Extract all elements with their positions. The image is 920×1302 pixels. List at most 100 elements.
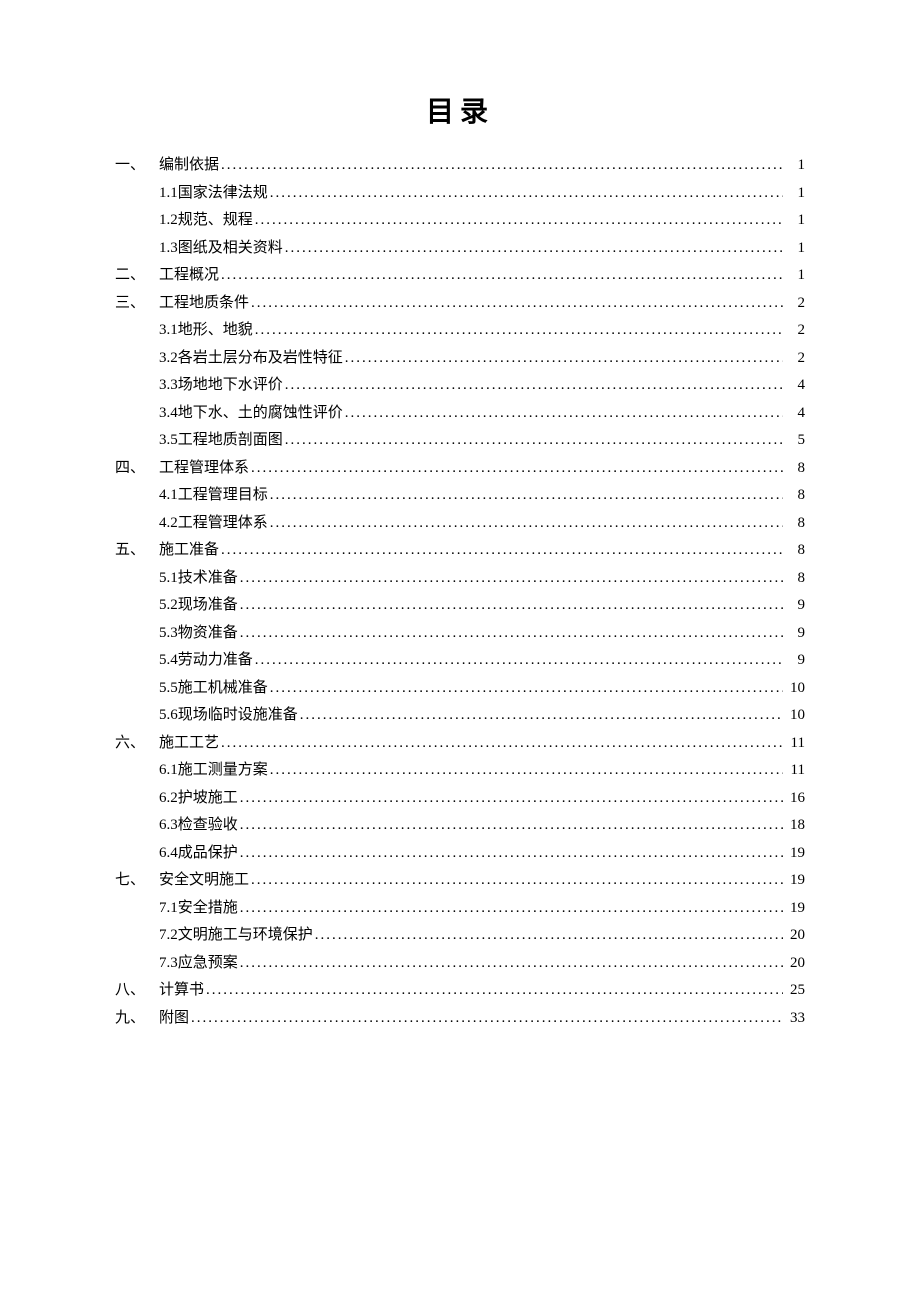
toc-entry-number: 3.5	[159, 433, 178, 448]
toc-dots-leader	[240, 846, 783, 861]
toc-entry-number: 九、	[115, 1011, 159, 1026]
toc-entry-page: 10	[785, 708, 805, 723]
toc-entry-number: 6.4	[159, 846, 178, 861]
toc-entry-number: 四、	[115, 461, 159, 476]
toc-entry-label: 规范、规程	[178, 213, 253, 228]
toc-entry-page: 8	[785, 543, 805, 558]
toc-entry-label: 文明施工与环境保护	[178, 928, 313, 943]
table-of-contents: 一、编制依据11.1国家法律法规11.2规范、规程11.3图纸及相关资料1二、工…	[115, 158, 805, 1026]
toc-entry: 4.2工程管理体系8	[115, 516, 805, 531]
toc-dots-leader	[240, 626, 783, 641]
toc-entry-page: 2	[785, 296, 805, 311]
toc-entry-label: 工程管理体系	[178, 516, 268, 531]
toc-entry-page: 1	[785, 268, 805, 283]
toc-entry: 八、计算书25	[115, 983, 805, 998]
toc-entry-label: 地形、地貌	[178, 323, 253, 338]
toc-entry-label: 工程概况	[159, 268, 219, 283]
toc-entry-page: 8	[785, 571, 805, 586]
toc-entry-label: 编制依据	[159, 158, 219, 173]
toc-entry-label: 技术准备	[178, 571, 238, 586]
toc-entry-label: 施工工艺	[159, 736, 219, 751]
toc-dots-leader	[285, 378, 783, 393]
toc-entry-label: 现场准备	[178, 598, 238, 613]
toc-entry-number: 3.4	[159, 406, 178, 421]
toc-entry: 九、附图33	[115, 1011, 805, 1026]
toc-entry-page: 4	[785, 406, 805, 421]
toc-entry-number: 三、	[115, 296, 159, 311]
toc-entry: 六、施工工艺 11	[115, 736, 805, 751]
toc-entry: 7.1安全措施19	[115, 901, 805, 916]
toc-entry-number: 七、	[115, 873, 159, 888]
toc-entry-label: 国家法律法规	[178, 186, 268, 201]
toc-entry-number: 八、	[115, 983, 159, 998]
toc-entry-page: 8	[785, 516, 805, 531]
toc-entry: 三、工程地质条件 2	[115, 296, 805, 311]
toc-entry: 3.3场地地下水评价 4	[115, 378, 805, 393]
toc-entry: 1.2规范、规程1	[115, 213, 805, 228]
toc-entry-page: 9	[785, 626, 805, 641]
toc-dots-leader	[255, 213, 783, 228]
toc-entry-label: 工程管理体系	[159, 461, 249, 476]
toc-entry-number: 5.5	[159, 681, 178, 696]
toc-entry: 七、安全文明施工19	[115, 873, 805, 888]
toc-entry-label: 工程地质剖面图	[178, 433, 283, 448]
toc-entry-number: 1.3	[159, 241, 178, 256]
toc-dots-leader	[240, 956, 783, 971]
toc-entry-page: 5	[785, 433, 805, 448]
toc-entry-number: 5.6	[159, 708, 178, 723]
toc-entry-page: 33	[785, 1011, 805, 1026]
toc-entry-page: 18	[785, 818, 805, 833]
toc-dots-leader	[270, 681, 783, 696]
toc-entry-number: 4.1	[159, 488, 178, 503]
toc-entry: 3.2各岩土层分布及岩性特征2	[115, 351, 805, 366]
toc-dots-leader	[206, 983, 783, 998]
toc-entry: 1.3图纸及相关资料1	[115, 241, 805, 256]
toc-entry: 5.3物资准备9	[115, 626, 805, 641]
toc-entry: 3.5工程地质剖面图 5	[115, 433, 805, 448]
toc-entry-number: 5.1	[159, 571, 178, 586]
toc-entry-label: 施工测量方案	[178, 763, 268, 778]
toc-entry-label: 成品保护	[178, 846, 238, 861]
toc-entry: 3.1地形、地貌2	[115, 323, 805, 338]
toc-entry-number: 六、	[115, 736, 159, 751]
toc-dots-leader	[191, 1011, 783, 1026]
toc-entry: 二、工程概况 1	[115, 268, 805, 283]
toc-entry-label: 地下水、土的腐蚀性评价	[178, 406, 343, 421]
toc-dots-leader	[285, 241, 783, 256]
toc-dots-leader	[315, 928, 783, 943]
toc-entry-page: 11	[785, 736, 805, 751]
toc-entry-number: 7.1	[159, 901, 178, 916]
toc-entry: 5.6现场临时设施准备 10	[115, 708, 805, 723]
toc-entry-label: 检查验收	[178, 818, 238, 833]
toc-entry-label: 场地地下水评价	[178, 378, 283, 393]
toc-entry-number: 3.3	[159, 378, 178, 393]
toc-entry-number: 6.1	[159, 763, 178, 778]
toc-dots-leader	[240, 791, 783, 806]
toc-entry-number: 二、	[115, 268, 159, 283]
toc-entry-label: 劳动力准备	[178, 653, 253, 668]
toc-entry-number: 7.2	[159, 928, 178, 943]
toc-entry: 6.1施工测量方案11	[115, 763, 805, 778]
toc-dots-leader	[221, 158, 783, 173]
toc-entry-number: 3.2	[159, 351, 178, 366]
toc-entry: 5.1技术准备 8	[115, 571, 805, 586]
toc-entry-label: 图纸及相关资料	[178, 241, 283, 256]
toc-entry-number: 7.3	[159, 956, 178, 971]
toc-entry-page: 19	[785, 846, 805, 861]
toc-entry-label: 应急预案	[178, 956, 238, 971]
toc-entry: 5.2现场准备9	[115, 598, 805, 613]
toc-entry-page: 1	[785, 158, 805, 173]
toc-entry-label: 现场临时设施准备	[178, 708, 298, 723]
toc-entry: 一、编制依据1	[115, 158, 805, 173]
page-title: 目录	[115, 90, 805, 130]
toc-entry-page: 2	[785, 323, 805, 338]
toc-entry-number: 五、	[115, 543, 159, 558]
toc-entry-label: 工程地质条件	[159, 296, 249, 311]
toc-dots-leader	[251, 461, 783, 476]
toc-entry: 3.4地下水、土的腐蚀性评价 4	[115, 406, 805, 421]
toc-entry: 6.4成品保护 19	[115, 846, 805, 861]
toc-entry-page: 4	[785, 378, 805, 393]
toc-entry-number: 5.2	[159, 598, 178, 613]
toc-entry-number: 1.1	[159, 186, 178, 201]
toc-entry-page: 1	[785, 213, 805, 228]
